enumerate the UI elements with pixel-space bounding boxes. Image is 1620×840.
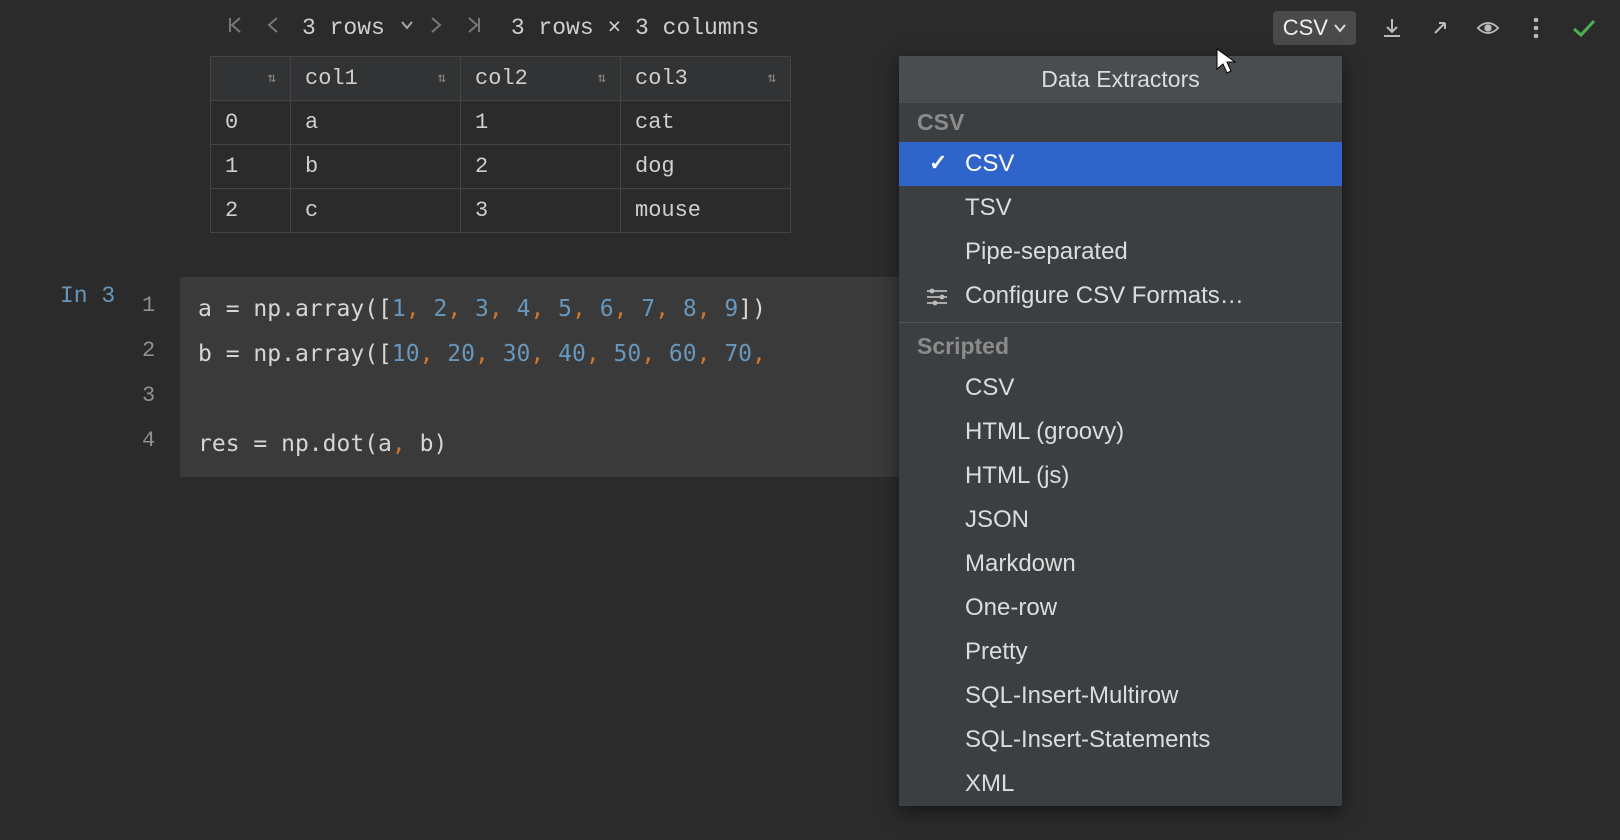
col-header-col2[interactable]: col2⇅ [461,57,621,101]
col-header-col1[interactable]: col1⇅ [291,57,461,101]
popup-section-scripted: Scripted [899,327,1342,366]
data-extractors-popup: Data Extractors CSV ✓ CSV TSV Pipe-separ… [899,56,1342,806]
data-table: ⇅ col1⇅ col2⇅ col3⇅ 0 a 1 cat 1 b 2 dog … [210,56,791,233]
nav-last-icon[interactable] [459,12,489,45]
popup-item-html-groovy[interactable]: HTML (groovy) [899,410,1342,454]
popup-section-csv: CSV [899,103,1342,142]
nav-prev-icon[interactable] [260,12,286,45]
popup-item-tsv[interactable]: TSV [899,186,1342,230]
popup-item-markdown[interactable]: Markdown [899,542,1342,586]
settings-sliders-icon [925,286,949,314]
more-icon[interactable] [1524,16,1548,40]
sort-handle-icon[interactable]: ⇅ [268,70,276,87]
chevron-down-icon [1334,23,1346,33]
nav-first-icon[interactable] [220,12,250,45]
table-row[interactable]: 1 b 2 dog [211,145,791,189]
table-row[interactable]: 0 a 1 cat [211,101,791,145]
rows-label[interactable]: 3 rows [296,15,391,41]
popup-item-scripted-csv[interactable]: CSV [899,366,1342,410]
popup-item-sql-statements[interactable]: SQL-Insert-Statements [899,718,1342,762]
table-header-row: ⇅ col1⇅ col2⇅ col3⇅ [211,57,791,101]
col-header-col3[interactable]: col3⇅ [621,57,791,101]
popup-item-pretty[interactable]: Pretty [899,630,1342,674]
popup-item-html-js[interactable]: HTML (js) [899,454,1342,498]
popup-title: Data Extractors [899,56,1342,103]
popup-item-csv[interactable]: ✓ CSV [899,142,1342,186]
popup-item-xml[interactable]: XML [899,762,1342,806]
eye-icon[interactable] [1476,16,1500,40]
popup-item-sql-multirow[interactable]: SQL-Insert-Multirow [899,674,1342,718]
check-icon [1572,16,1596,40]
rows-cols-summary: 3 rows × 3 columns [511,15,759,41]
sort-handle-icon[interactable]: ⇅ [598,70,606,87]
data-toolbar: 3 rows 3 rows × 3 columns CSV [0,0,1620,56]
csv-extractor-button[interactable]: CSV [1273,11,1356,45]
index-header[interactable]: ⇅ [211,57,291,101]
popup-item-pipe[interactable]: Pipe-separated [899,230,1342,274]
rows-caret-icon[interactable] [401,20,413,36]
csv-button-label: CSV [1283,15,1328,41]
popup-item-configure-csv[interactable]: Configure CSV Formats… [899,274,1342,318]
table-row[interactable]: 2 c 3 mouse [211,189,791,233]
popup-item-one-row[interactable]: One-row [899,586,1342,630]
popup-separator [899,322,1342,323]
popup-item-json[interactable]: JSON [899,498,1342,542]
sort-handle-icon[interactable]: ⇅ [768,70,776,87]
sort-handle-icon[interactable]: ⇅ [438,70,446,87]
nav-next-icon[interactable] [423,12,449,45]
open-external-icon[interactable] [1428,16,1452,40]
check-icon: ✓ [929,150,947,176]
download-icon[interactable] [1380,16,1404,40]
in-label: In 3 [60,283,115,309]
line-gutter: 1 2 3 4 [142,283,155,463]
